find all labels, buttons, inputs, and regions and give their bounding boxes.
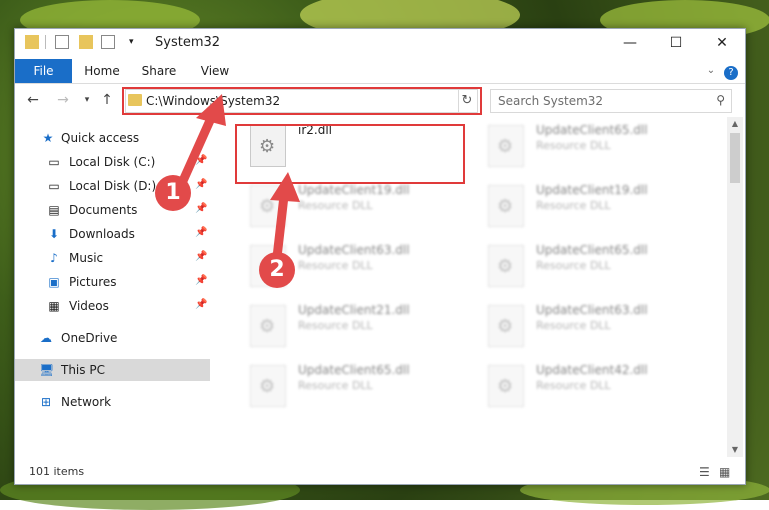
arrow-1-head [196, 94, 226, 126]
arrow-2-head [270, 172, 300, 202]
annotation-arrows [173, 94, 300, 271]
step-badge-2: 2 [259, 252, 295, 288]
step-badge-1: 1 [155, 175, 191, 211]
